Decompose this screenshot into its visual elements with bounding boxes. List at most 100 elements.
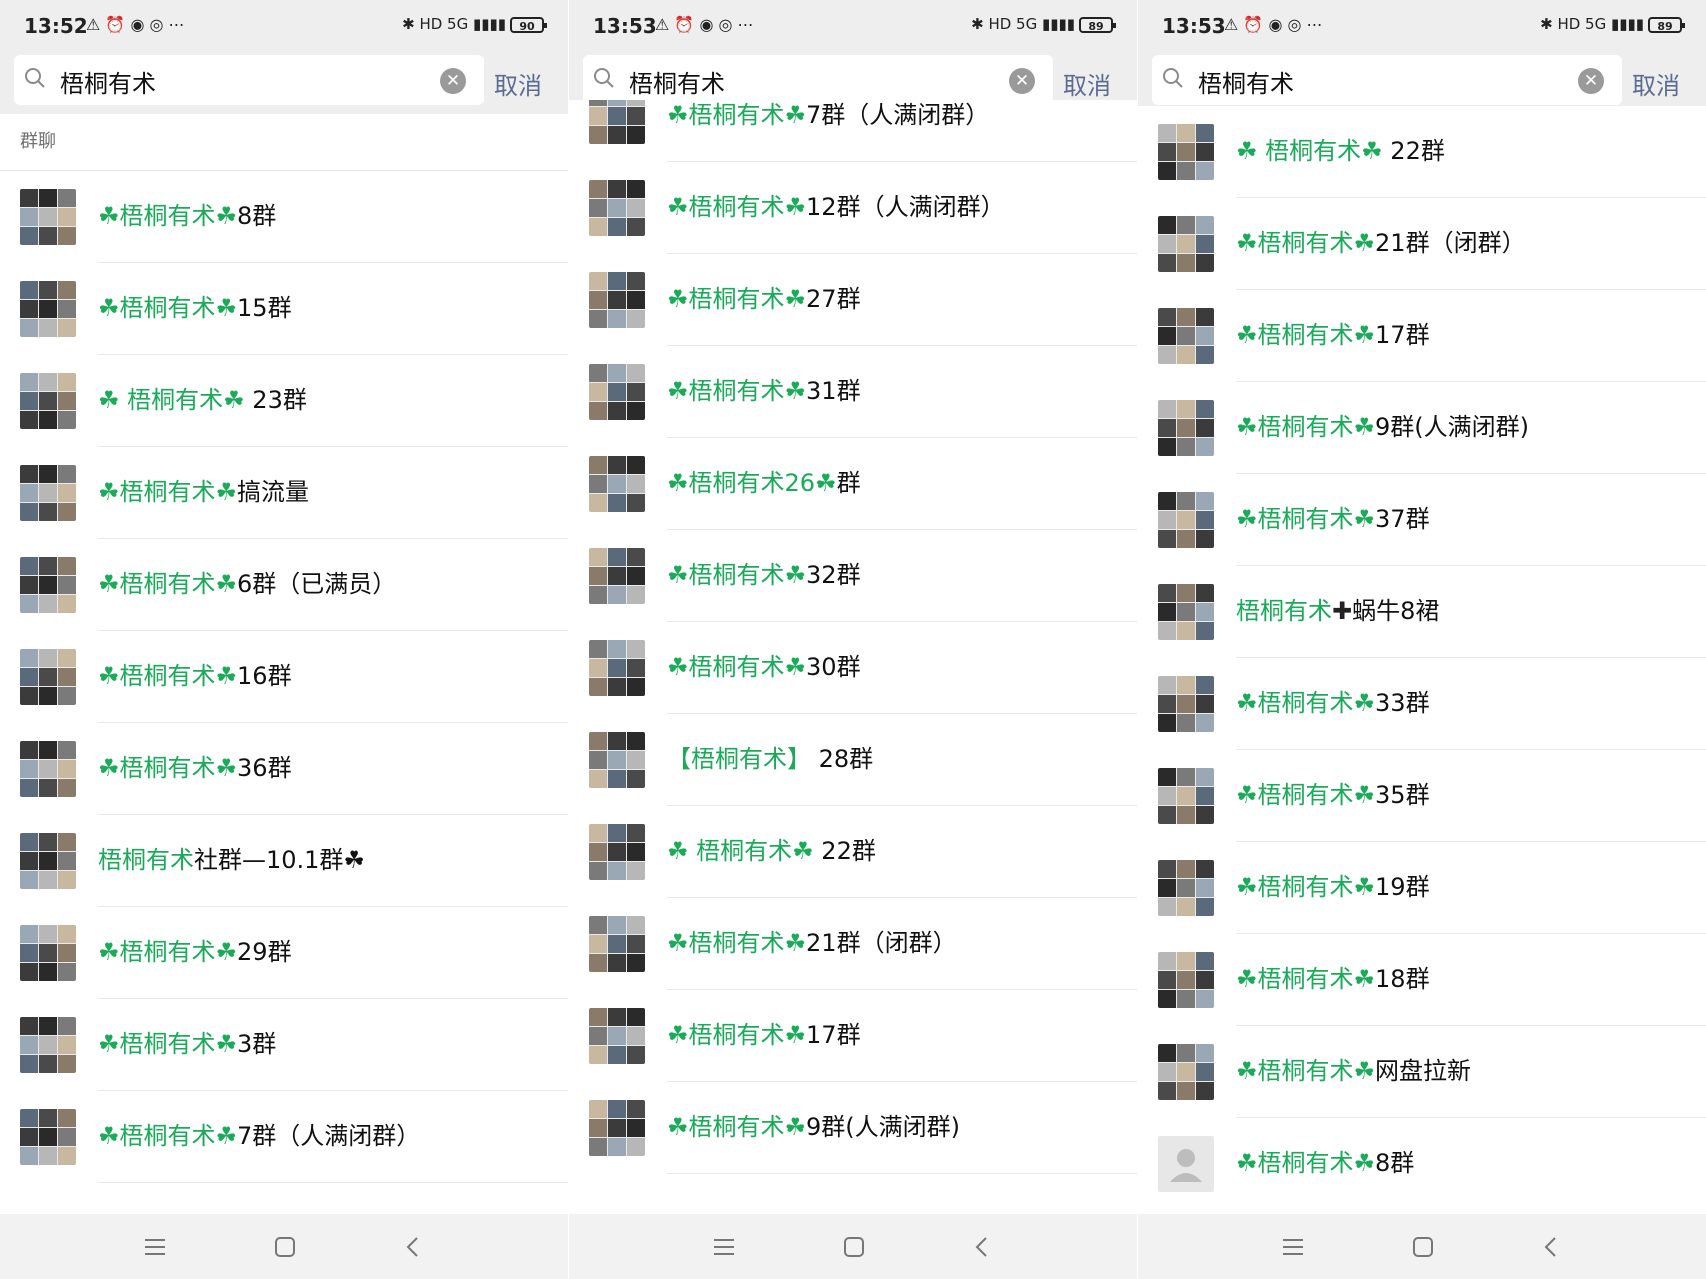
group-avatar — [1158, 952, 1214, 1008]
keyword-highlight: 梧桐有术 — [119, 570, 216, 598]
name-infix: ☘ — [784, 653, 807, 681]
name-infix: ☘ — [215, 754, 238, 782]
home-icon[interactable] — [839, 1232, 869, 1262]
group-chat-row[interactable]: ☘梧桐有术☘6群（已满员） — [0, 539, 568, 631]
group-chat-row[interactable]: ☘梧桐有术☘36群 — [0, 723, 568, 815]
name-infix: ☘ — [784, 285, 807, 313]
keyword-highlight: 梧桐有术 — [1257, 965, 1354, 993]
search-row: ✕ 取消 — [1138, 52, 1706, 114]
group-avatar — [1158, 860, 1214, 916]
group-chat-row[interactable]: ☘梧桐有术☘37群 — [1138, 474, 1706, 566]
group-chat-row[interactable]: ☘梧桐有术☘29群 — [0, 907, 568, 999]
search-input[interactable] — [58, 65, 442, 97]
search-box[interactable]: ✕ — [14, 55, 484, 105]
group-chat-row[interactable]: ☘梧桐有术☘3群 — [0, 999, 568, 1091]
name-infix: ☘ — [784, 1021, 807, 1049]
search-box[interactable]: ✕ — [1152, 55, 1622, 105]
group-chat-row[interactable]: ☘梧桐有术☘21群（闭群） — [569, 898, 1137, 990]
name-prefix: ☘ — [1236, 965, 1258, 993]
name-infix: ✚ — [1332, 597, 1353, 625]
home-icon[interactable] — [1408, 1232, 1438, 1262]
group-chat-row[interactable]: ☘ 梧桐有术☘ 22群 — [1138, 106, 1706, 198]
cancel-button[interactable]: 取消 — [1063, 66, 1111, 101]
name-prefix: ☘ — [1236, 873, 1258, 901]
group-chat-row[interactable]: ☘梧桐有术☘35群 — [1138, 750, 1706, 842]
group-chat-row[interactable]: ☘梧桐有术☘8群 — [1138, 1118, 1706, 1206]
group-chat-row[interactable]: ☘梧桐有术☘9群(人满闭群) — [1138, 382, 1706, 474]
group-chat-row[interactable]: ☘梧桐有术☘27群 — [569, 254, 1137, 346]
name-prefix: ☘ — [1236, 321, 1258, 349]
status-time: 13:53 — [593, 14, 657, 38]
name-prefix: ☘ — [1236, 413, 1258, 441]
name-infix: ☘ — [215, 938, 238, 966]
battery-icon: 89 — [1079, 16, 1116, 33]
name-infix: ☘ — [784, 1113, 807, 1141]
back-icon[interactable] — [398, 1232, 428, 1262]
keyword-highlight: 梧桐有术 — [119, 938, 216, 966]
group-chat-row[interactable]: ☘ 梧桐有术☘ 23群 — [0, 355, 568, 447]
search-box[interactable]: ✕ — [583, 55, 1053, 105]
name-prefix: ☘ — [667, 561, 689, 589]
group-chat-row[interactable]: ☘梧桐有术☘21群（闭群） — [1138, 198, 1706, 290]
group-chat-row[interactable]: ☘梧桐有术☘12群（人满闭群） — [569, 162, 1137, 254]
group-chat-row[interactable]: ☘梧桐有术☘16群 — [0, 631, 568, 723]
group-chat-row[interactable]: ☘梧桐有术☘31群 — [569, 346, 1137, 438]
result-list: ☘梧桐有术☘7群（人满闭群） ☘梧桐有术☘12群（人满闭群） ☘梧桐有术☘27群 ☘梧… — [569, 100, 1137, 1200]
cancel-button[interactable]: 取消 — [1632, 66, 1680, 101]
group-chat-row[interactable]: ☘梧桐有术☘33群 — [1138, 658, 1706, 750]
cancel-button[interactable]: 取消 — [494, 66, 542, 101]
search-input[interactable] — [1196, 65, 1580, 97]
name-infix: ☘ — [215, 662, 238, 690]
group-chat-row[interactable]: ☘梧桐有术☘7群（人满闭群） — [569, 100, 1137, 162]
group-chat-row[interactable]: ☘梧桐有术☘15群 — [0, 263, 568, 355]
keyword-highlight: 梧桐有术 — [688, 653, 785, 681]
group-name: ☘ 梧桐有术☘ 23群 — [98, 383, 307, 417]
group-chat-row[interactable]: ☘梧桐有术☘搞流量 — [0, 447, 568, 539]
group-avatar — [589, 100, 645, 144]
name-suffix: 33群 — [1375, 689, 1430, 717]
menu-icon[interactable] — [1278, 1232, 1308, 1262]
home-icon[interactable] — [270, 1232, 300, 1262]
group-chat-row[interactable]: ☘梧桐有术26☘群 — [569, 438, 1137, 530]
name-prefix: ☘ — [1236, 137, 1266, 165]
group-avatar — [1158, 124, 1214, 180]
group-chat-row[interactable]: ☘ 梧桐有术☘ 22群 — [569, 806, 1137, 898]
name-prefix: ☘ — [667, 837, 697, 865]
group-chat-row[interactable]: ☘梧桐有术☘9群(人满闭群) — [569, 1082, 1137, 1174]
group-avatar — [589, 732, 645, 788]
clear-icon[interactable]: ✕ — [440, 68, 466, 94]
group-chat-row[interactable]: ☘梧桐有术☘30群 — [569, 622, 1137, 714]
group-chat-row[interactable]: ☘梧桐有术☘网盘拉新 — [1138, 1026, 1706, 1118]
group-chat-row[interactable]: ☘梧桐有术☘7群（人满闭群） — [0, 1091, 568, 1183]
search-input[interactable] — [627, 65, 1011, 97]
back-icon[interactable] — [967, 1232, 997, 1262]
phone-screen-2: 13:53 ⚠ ⏰ ◉ ◎ ⋯ ✱ HD 5G ▮▮▮▮89 ✕ 取消 ☘梧桐有… — [569, 0, 1137, 1279]
group-name: ☘梧桐有术☘网盘拉新 — [1236, 1054, 1471, 1088]
group-name: ☘梧桐有术☘搞流量 — [98, 475, 309, 509]
group-chat-row[interactable]: ☘梧桐有术☘17群 — [1138, 290, 1706, 382]
group-name: ☘梧桐有术☘18群 — [1236, 962, 1430, 996]
group-chat-row[interactable]: ☘梧桐有术☘32群 — [569, 530, 1137, 622]
group-chat-row[interactable]: ☘梧桐有术☘17群 — [569, 990, 1137, 1082]
group-avatar — [1158, 676, 1214, 732]
clear-icon[interactable]: ✕ — [1578, 68, 1604, 94]
name-suffix: 37群 — [1375, 505, 1430, 533]
row-divider — [98, 1182, 568, 1183]
name-suffix: 23群 — [244, 386, 307, 414]
keyword-highlight: 梧桐有术 — [119, 202, 216, 230]
menu-icon[interactable] — [140, 1232, 170, 1262]
clear-icon[interactable]: ✕ — [1009, 68, 1035, 94]
group-name: 梧桐有术社群—10.1群☘ — [98, 843, 365, 877]
group-name: ☘梧桐有术☘30群 — [667, 650, 861, 684]
group-chat-row[interactable]: 梧桐有术社群—10.1群☘ — [0, 815, 568, 907]
back-icon[interactable] — [1536, 1232, 1566, 1262]
group-name: ☘ 梧桐有术☘ 22群 — [1236, 134, 1445, 168]
group-chat-row[interactable]: ☘梧桐有术☘19群 — [1138, 842, 1706, 934]
group-chat-row[interactable]: 梧桐有术✚蜗牛8裙 — [1138, 566, 1706, 658]
group-chat-row[interactable]: ☘梧桐有术☘8群 — [0, 171, 568, 263]
group-chat-row[interactable]: ☘梧桐有术☘18群 — [1138, 934, 1706, 1026]
menu-icon[interactable] — [709, 1232, 739, 1262]
system-icons: ✱ HD 5G ▮▮▮▮ 89 — [1540, 15, 1685, 33]
group-chat-row[interactable]: 【梧桐有术】 28群 — [569, 714, 1137, 806]
battery-icon: 90 — [510, 16, 547, 33]
